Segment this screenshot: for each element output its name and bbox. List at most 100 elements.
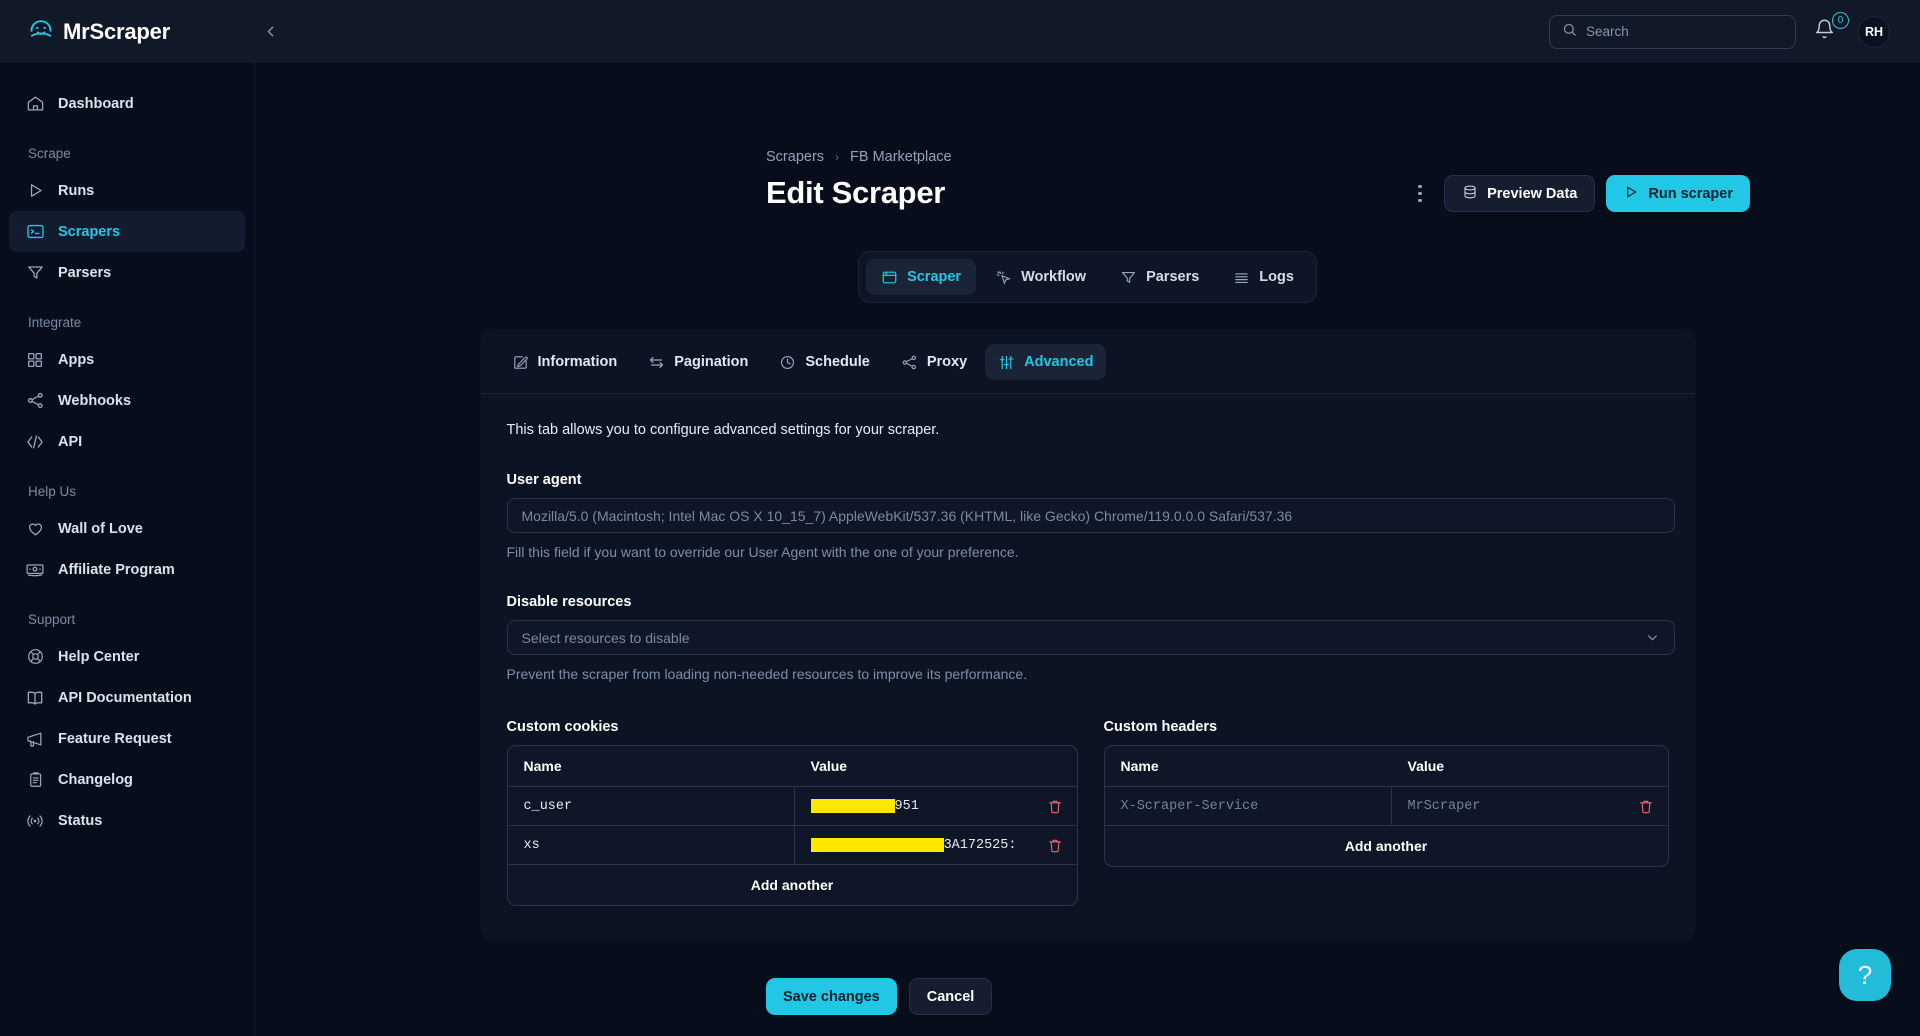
tab-parsers[interactable]: Parsers (1105, 259, 1214, 295)
panel-tab-schedule[interactable]: Schedule (766, 344, 882, 380)
table-header-row: Name Value (507, 746, 1077, 787)
list-lines-icon (1233, 269, 1250, 286)
trash-icon[interactable] (1033, 826, 1077, 864)
main-content: Scrapers › FB Marketplace Edit Scraper P… (255, 63, 1920, 1036)
cookie-value-cell[interactable]: 951 (795, 787, 1033, 825)
search-input[interactable] (1586, 24, 1783, 39)
custom-cookies-table: Name Value c_user 951 xs 3A172525: Add a… (506, 745, 1078, 906)
custom-headers-section: Custom headers Name Value X-Scraper-Serv… (1103, 719, 1669, 906)
sidebar-group-label-integrate: Integrate (28, 315, 82, 330)
run-scraper-button[interactable]: Run scraper (1606, 175, 1750, 212)
tab-scraper[interactable]: Scraper (866, 259, 977, 295)
table-row: xs 3A172525: (507, 826, 1077, 865)
trash-icon[interactable] (1033, 787, 1077, 825)
clock-icon (779, 354, 796, 371)
grid-icon (25, 350, 45, 370)
disable-resources-select[interactable]: Select resources to disable (506, 620, 1675, 655)
sidebar-item-feature-request[interactable]: Feature Request (9, 718, 245, 759)
home-icon (25, 94, 45, 114)
megaphone-icon (25, 729, 45, 749)
avatar[interactable]: RH (1858, 15, 1890, 48)
run-scraper-label: Run scraper (1648, 185, 1733, 202)
sidebar-group-label-scrape: Scrape (28, 146, 71, 161)
sidebar-item-webhooks[interactable]: Webhooks (9, 380, 245, 421)
cookie-value-cell[interactable]: 3A172525: (795, 826, 1033, 864)
browser-window-icon (881, 269, 898, 286)
sidebar-group-label-support: Support (28, 612, 76, 627)
sidebar-item-label: Scrapers (58, 223, 121, 240)
add-another-header-button[interactable]: Add another (1105, 826, 1668, 866)
sidebar-item-affiliate-program[interactable]: Affiliate Program (9, 549, 245, 590)
trash-icon[interactable] (1624, 787, 1668, 825)
panel-tab-pagination[interactable]: Pagination (635, 344, 761, 380)
cookie-name-cell[interactable]: xs (508, 826, 795, 864)
sidebar-item-parsers[interactable]: Parsers (9, 252, 245, 293)
book-open-icon (25, 688, 45, 708)
cancel-button[interactable]: Cancel (908, 978, 993, 1015)
sidebar-item-label: Feature Request (58, 730, 172, 747)
scraper-face-logo-icon (28, 16, 54, 47)
tab-logs[interactable]: Logs (1218, 259, 1309, 295)
user-agent-input[interactable] (506, 498, 1675, 533)
tab-workflow[interactable]: Workflow (980, 259, 1101, 295)
preview-data-label: Preview Data (1487, 185, 1578, 202)
panel-tab-label: Schedule (805, 354, 870, 370)
redaction-bar (810, 799, 895, 813)
preview-data-button[interactable]: Preview Data (1444, 175, 1596, 212)
panel-tab-advanced[interactable]: Advanced (985, 344, 1107, 380)
panel-tab-label: Information (537, 354, 618, 370)
sliders-icon (998, 354, 1015, 371)
sidebar-item-dashboard[interactable]: Dashboard (9, 83, 245, 124)
panel-tabs: Information Pagination Schedule Proxy Ad… (480, 330, 1695, 394)
bell-icon (1814, 19, 1835, 44)
panel-tab-proxy[interactable]: Proxy (888, 344, 980, 380)
notifications-button[interactable]: 0 (1814, 11, 1849, 46)
custom-cookies-title: Custom cookies (506, 719, 619, 735)
sidebar-item-api-documentation[interactable]: API Documentation (9, 677, 245, 718)
sidebar-item-help-center[interactable]: Help Center (9, 636, 245, 677)
funnel-icon (1120, 269, 1137, 286)
sidebar-item-wall-of-love[interactable]: Wall of Love (9, 508, 245, 549)
help-floating-button[interactable]: ? (1839, 949, 1891, 1001)
column-header-value: Value (1407, 758, 1445, 774)
cookie-name-cell[interactable]: c_user (508, 787, 795, 825)
sidebar-item-label: Runs (58, 182, 95, 199)
cookie-value-suffix: 3A172525: (943, 837, 1017, 853)
breadcrumb-item-fb-marketplace[interactable]: FB Marketplace (850, 149, 952, 165)
save-changes-button[interactable]: Save changes (766, 978, 897, 1015)
panel-tab-label: Pagination (674, 354, 749, 370)
custom-headers-table: Name Value X-Scraper-Service MrScraper A… (1103, 745, 1669, 867)
panel-tab-information[interactable]: Information (499, 344, 631, 380)
chevron-left-icon[interactable] (255, 17, 285, 47)
brand[interactable]: MrScraper (0, 16, 255, 47)
top-bar: MrScraper 0 RH (0, 0, 1920, 63)
sidebar-item-apps[interactable]: Apps (9, 339, 245, 380)
user-agent-label: User agent (506, 472, 582, 488)
sidebar-item-label: Help Center (58, 648, 140, 665)
search-box[interactable] (1549, 14, 1796, 49)
sidebar-item-api[interactable]: API (9, 421, 245, 462)
funnel-icon (25, 263, 45, 283)
panel-tab-label: Advanced (1024, 354, 1094, 370)
sidebar-item-scrapers[interactable]: Scrapers (9, 211, 245, 252)
sidebar-item-runs[interactable]: Runs (9, 170, 245, 211)
chevron-down-icon (1645, 630, 1660, 645)
header-value-cell[interactable]: MrScraper (1392, 787, 1624, 825)
disable-resources-selected-text: Select resources to disable (521, 629, 690, 646)
breadcrumb-item-scrapers[interactable]: Scrapers (766, 149, 824, 165)
header-name-cell[interactable]: X-Scraper-Service (1105, 787, 1392, 825)
clipboard-list-icon (25, 770, 45, 790)
more-vertical-icon[interactable] (1407, 179, 1433, 209)
broadcast-icon (25, 811, 45, 831)
tab-label: Workflow (1021, 269, 1087, 285)
main-tabs: Scraper Workflow Parsers Logs (255, 251, 1920, 303)
user-agent-hint: Fill this field if you want to override … (506, 544, 1019, 560)
column-header-value: Value (810, 758, 848, 774)
column-header-name: Name (523, 758, 562, 774)
sidebar-item-changelog[interactable]: Changelog (9, 759, 245, 800)
sidebar-item-status[interactable]: Status (9, 800, 245, 841)
add-another-cookie-button[interactable]: Add another (508, 865, 1077, 905)
sidebar-item-label: Changelog (58, 771, 133, 788)
advanced-settings-form: This tab allows you to configure advance… (481, 394, 1695, 940)
notification-count-badge: 0 (1832, 11, 1849, 29)
